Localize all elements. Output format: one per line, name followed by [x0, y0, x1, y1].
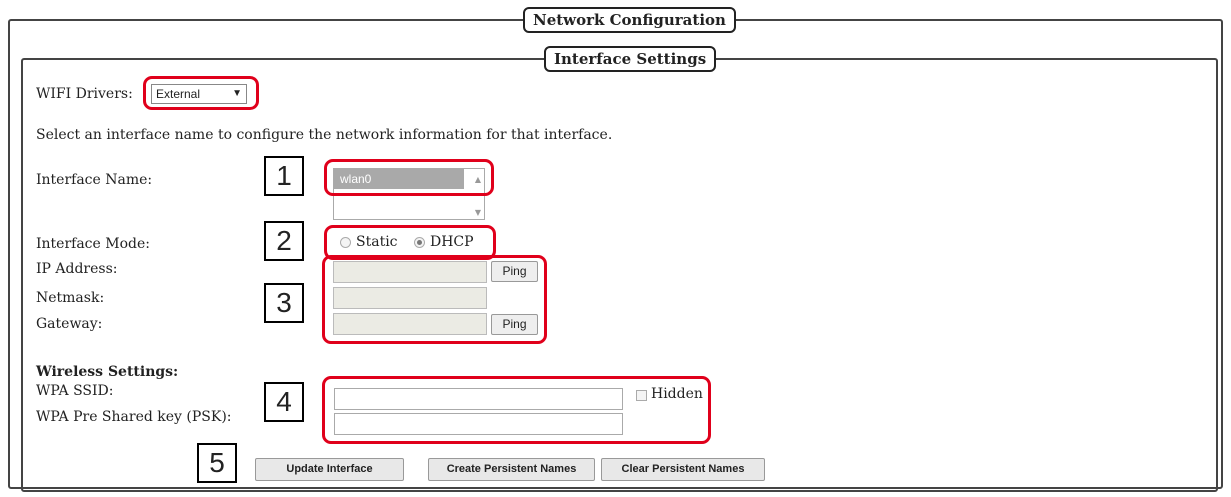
netmask-label: Netmask:: [36, 290, 105, 306]
annotation-5: 5: [197, 443, 237, 483]
annotation-1: 1: [264, 156, 304, 196]
interface-mode-label: Interface Mode:: [36, 236, 150, 252]
intro-text: Select an interface name to configure th…: [36, 127, 613, 143]
wpa-ssid-label: WPA SSID:: [36, 383, 114, 399]
annotation-2: 2: [264, 221, 304, 261]
highlight-interface-name: [324, 159, 494, 196]
annotation-4: 4: [264, 382, 304, 422]
highlight-wireless-fields: [322, 376, 711, 444]
interface-name-label: Interface Name:: [36, 172, 153, 188]
ip-address-label: IP Address:: [36, 261, 118, 277]
network-configuration-legend: Network Configuration: [523, 7, 736, 33]
wpa-psk-label: WPA Pre Shared key (PSK):: [36, 409, 232, 425]
annotation-3: 3: [264, 283, 304, 323]
interface-settings-legend: Interface Settings: [544, 46, 717, 72]
highlight-wifi-drivers: [143, 76, 259, 110]
highlight-network-fields: [322, 255, 547, 344]
wireless-settings-heading: Wireless Settings:: [36, 364, 179, 380]
wifi-drivers-label: WIFI Drivers:: [36, 86, 133, 102]
clear-persistent-names-button[interactable]: Clear Persistent Names: [601, 458, 765, 481]
gateway-label: Gateway:: [36, 316, 103, 332]
create-persistent-names-button[interactable]: Create Persistent Names: [428, 458, 595, 481]
scroll-down-icon[interactable]: ▼: [475, 208, 481, 217]
update-interface-button[interactable]: Update Interface: [255, 458, 404, 481]
